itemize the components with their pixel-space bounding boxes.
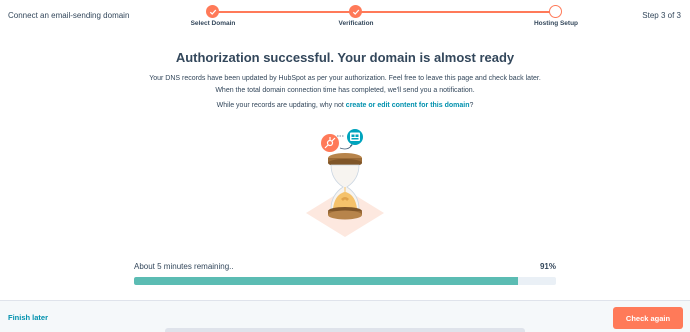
create-content-link[interactable]: create or edit content for this domain bbox=[346, 102, 470, 109]
progress-bar bbox=[134, 277, 556, 285]
description-line: When the total domain connection time ha… bbox=[215, 87, 475, 94]
step-complete-icon bbox=[206, 5, 219, 18]
content-prompt: While your records are updating, why not… bbox=[0, 102, 690, 109]
progress-percent: 91% bbox=[539, 262, 556, 271]
stepper: Select Domain Verification Hosting Setup bbox=[0, 0, 690, 42]
hubspot-sprocket-icon bbox=[321, 134, 339, 152]
finish-later-link[interactable]: Finish later bbox=[8, 313, 48, 322]
footer: Finish later Check again bbox=[0, 300, 690, 332]
main-content: Authorization successful. Your domain is… bbox=[0, 50, 690, 109]
hourglass-illustration bbox=[300, 127, 390, 247]
hourglass-icon bbox=[306, 153, 384, 237]
progress-bar-fill bbox=[134, 277, 519, 285]
progress-section: About 5 minutes remaining.. 91% bbox=[134, 262, 556, 285]
step-label-verification: Verification bbox=[338, 20, 374, 27]
description-line: Your DNS records have been updated by Hu… bbox=[149, 75, 541, 82]
description: Your DNS records have been updated by Hu… bbox=[0, 73, 690, 97]
prompt-prefix: While your records are updating, why not bbox=[216, 102, 346, 109]
stepper-line bbox=[213, 11, 356, 13]
website-icon bbox=[347, 129, 363, 145]
prompt-suffix: ? bbox=[469, 102, 474, 109]
check-again-button[interactable]: Check again bbox=[613, 307, 683, 329]
step-current-icon bbox=[549, 5, 562, 18]
step-label-hosting-setup: Hosting Setup bbox=[533, 20, 579, 27]
footer-divider bbox=[165, 328, 525, 332]
progress-label: About 5 minutes remaining.. bbox=[134, 262, 234, 271]
step-complete-icon bbox=[349, 5, 362, 18]
step-label-select-domain: Select Domain bbox=[190, 20, 236, 27]
headline: Authorization successful. Your domain is… bbox=[175, 50, 515, 65]
stepper-line bbox=[356, 11, 555, 13]
